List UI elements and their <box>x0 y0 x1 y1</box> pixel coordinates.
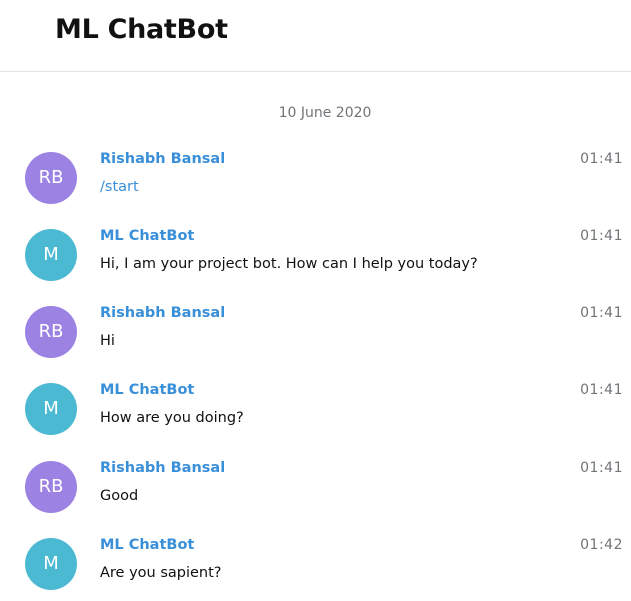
chat-title: ML ChatBot <box>55 14 228 45</box>
message-item[interactable]: M ML ChatBot 01:41 Hi, I am your project… <box>0 228 631 289</box>
date-separator: 10 June 2020 <box>278 105 372 121</box>
sender-name[interactable]: ML ChatBot <box>100 382 194 398</box>
message-time: 01:41 <box>580 151 623 167</box>
message-time: 01:41 <box>580 228 623 244</box>
message-text: Good <box>100 488 139 504</box>
sender-name[interactable]: ML ChatBot <box>100 228 194 244</box>
avatar[interactable]: M <box>25 538 77 590</box>
avatar[interactable]: M <box>25 383 77 435</box>
message-text: Are you sapient? <box>100 565 222 581</box>
message-item[interactable]: RB Rishabh Bansal 01:41 Hi <box>0 305 631 366</box>
message-time: 01:41 <box>580 305 623 321</box>
sender-name[interactable]: Rishabh Bansal <box>100 305 225 321</box>
chat-header: ML ChatBot <box>0 0 631 72</box>
command-link[interactable]: /start <box>100 179 139 195</box>
message-time: 01:42 <box>580 537 623 553</box>
message-time: 01:41 <box>580 460 623 476</box>
avatar[interactable]: RB <box>25 152 77 204</box>
message-item[interactable]: RB Rishabh Bansal 01:41 Good <box>0 460 631 521</box>
message-item[interactable]: M ML ChatBot 01:41 How are you doing? <box>0 382 631 443</box>
message-text: Hi, I am your project bot. How can I hel… <box>100 256 478 272</box>
message-text: Hi <box>100 333 115 349</box>
message-text: How are you doing? <box>100 410 244 426</box>
avatar[interactable]: RB <box>25 461 77 513</box>
sender-name[interactable]: Rishabh Bansal <box>100 151 225 167</box>
sender-name[interactable]: Rishabh Bansal <box>100 460 225 476</box>
message-item[interactable]: M ML ChatBot 01:42 Are you sapient? <box>0 537 631 598</box>
message-item[interactable]: RB Rishabh Bansal 01:41 /start <box>0 151 631 212</box>
sender-name[interactable]: ML ChatBot <box>100 537 194 553</box>
message-time: 01:41 <box>580 382 623 398</box>
avatar[interactable]: M <box>25 229 77 281</box>
avatar[interactable]: RB <box>25 306 77 358</box>
